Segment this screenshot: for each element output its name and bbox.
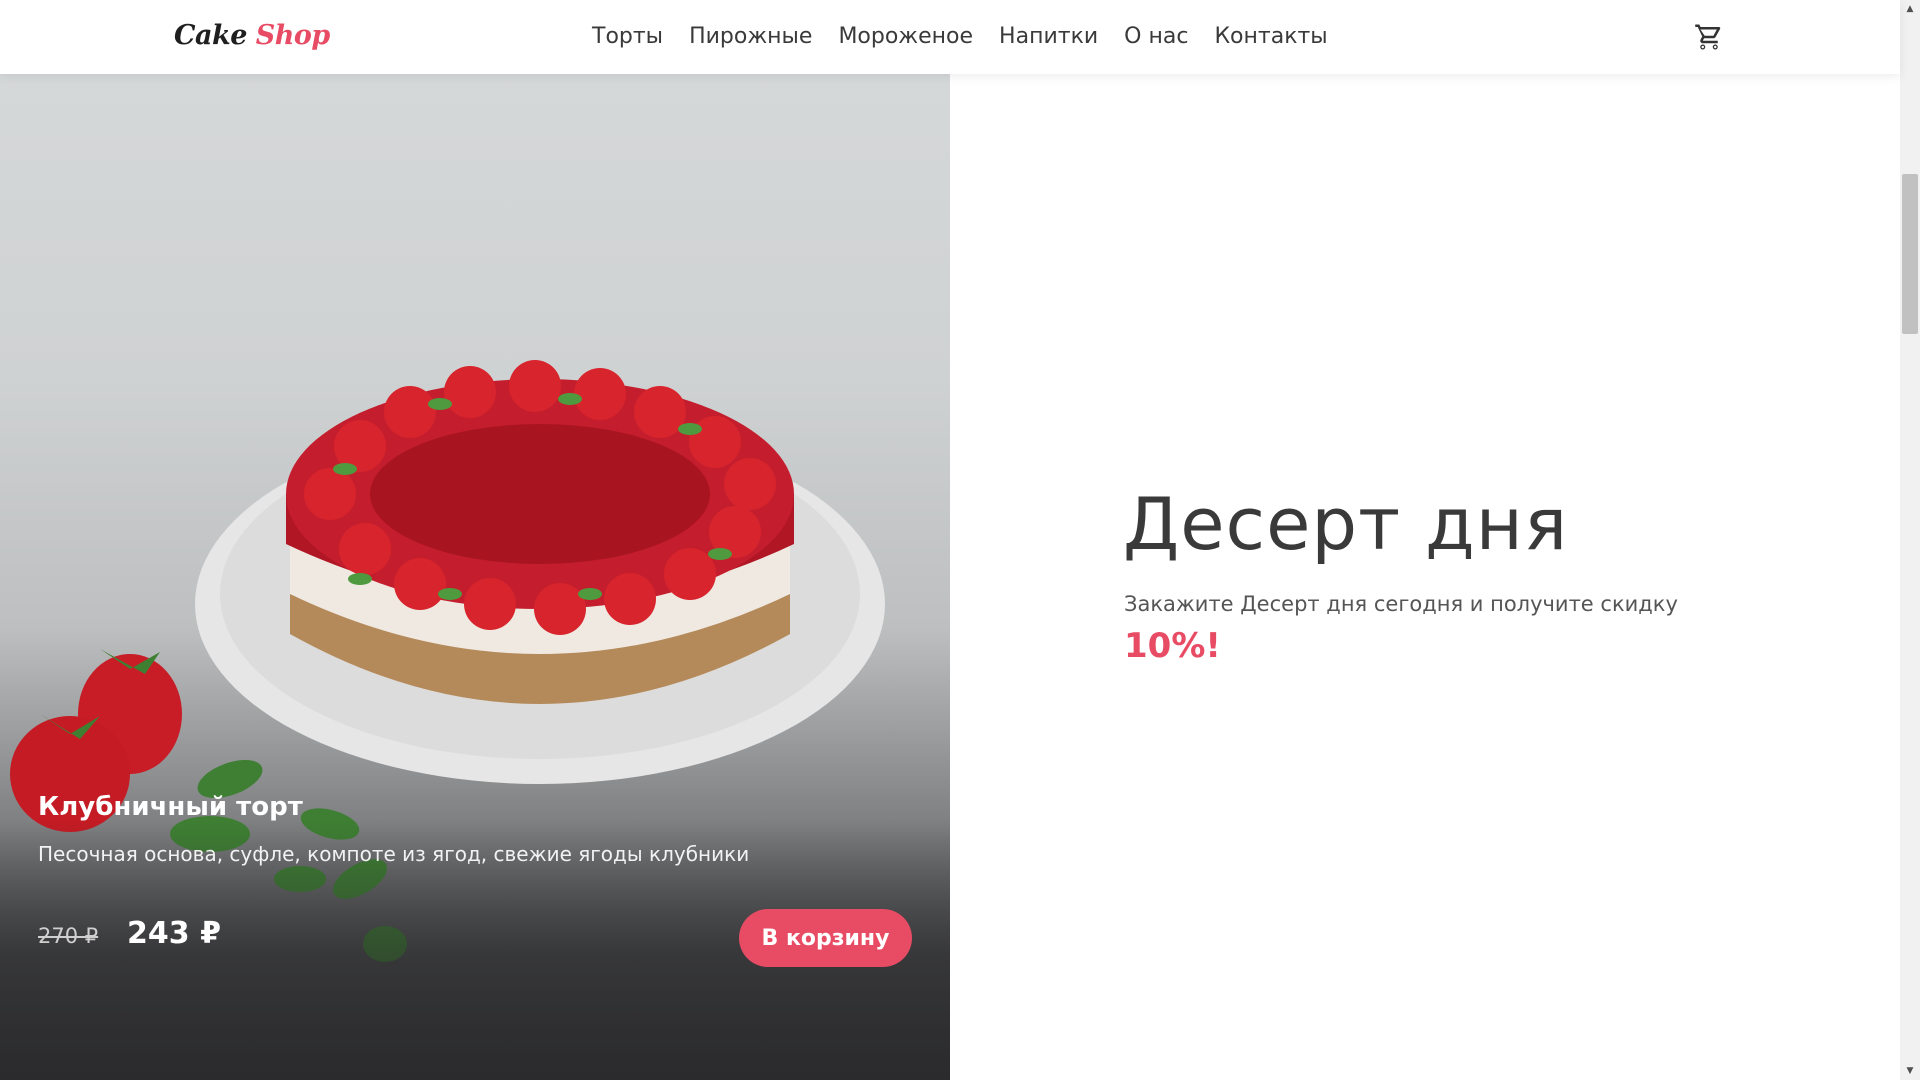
- dessert-of-day-title: Десерт дня: [1123, 482, 1569, 566]
- main-nav: Торты Пирожные Мороженое Напитки О нас К…: [592, 24, 1354, 49]
- add-to-cart-button[interactable]: В корзину: [739, 909, 912, 967]
- product-title: Клубничный торт: [38, 792, 303, 822]
- logo-shop: Shop: [255, 20, 331, 51]
- page-scrollbar[interactable]: [1900, 0, 1920, 1080]
- logo[interactable]: Cake Shop: [174, 20, 330, 51]
- scroll-up-arrow-icon[interactable]: ▲: [1900, 0, 1920, 18]
- scrollbar-thumb[interactable]: [1902, 174, 1918, 334]
- scroll-down-arrow-icon[interactable]: ▼: [1900, 1062, 1920, 1080]
- product-description: Песочная основа, суфле, компоте из ягод,…: [38, 842, 750, 866]
- discount-value: 10%!: [1124, 626, 1221, 666]
- old-price: 270 ₽: [38, 924, 99, 948]
- new-price: 243 ₽: [127, 916, 221, 951]
- nav-item-pastries[interactable]: Пирожные: [689, 24, 812, 49]
- shopping-cart-icon[interactable]: [1694, 22, 1724, 52]
- promo-subtitle: Закажите Десерт дня сегодня и получите с…: [1124, 592, 1678, 616]
- site-header: Cake Shop Торты Пирожные Мороженое Напит…: [0, 0, 1900, 74]
- logo-cake: Cake: [174, 20, 247, 51]
- nav-item-about[interactable]: О нас: [1124, 24, 1188, 49]
- nav-item-ice-cream[interactable]: Мороженое: [838, 24, 973, 49]
- nav-item-cakes[interactable]: Торты: [592, 24, 663, 49]
- nav-item-contacts[interactable]: Контакты: [1214, 24, 1327, 49]
- nav-item-drinks[interactable]: Напитки: [999, 24, 1098, 49]
